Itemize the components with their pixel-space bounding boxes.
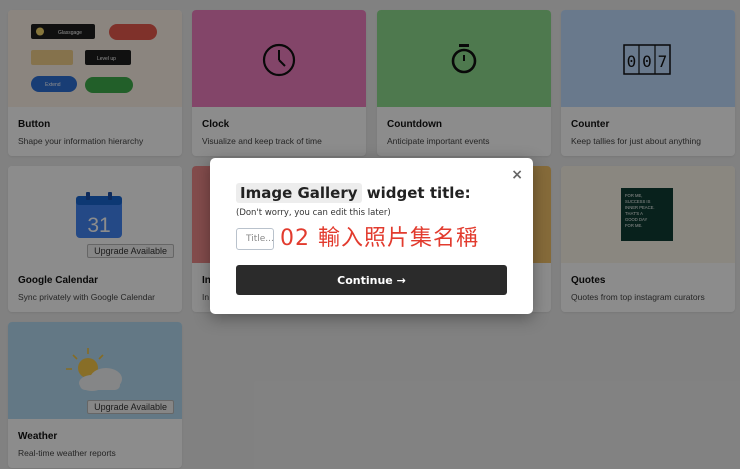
- modal-heading: Image Gallery widget title:: [236, 183, 471, 203]
- close-icon[interactable]: ×: [511, 168, 523, 182]
- continue-button[interactable]: Continue →: [236, 265, 507, 295]
- widget-name-tag: Image Gallery: [236, 183, 362, 203]
- instruction-annotation: 02 輸入照片集名稱: [280, 226, 479, 251]
- modal-subtext: (Don't worry, you can edit this later): [236, 208, 391, 218]
- widget-title-modal: × Image Gallery widget title: (Don't wor…: [210, 158, 533, 314]
- title-input[interactable]: [236, 228, 274, 250]
- heading-suffix: widget title:: [366, 184, 471, 202]
